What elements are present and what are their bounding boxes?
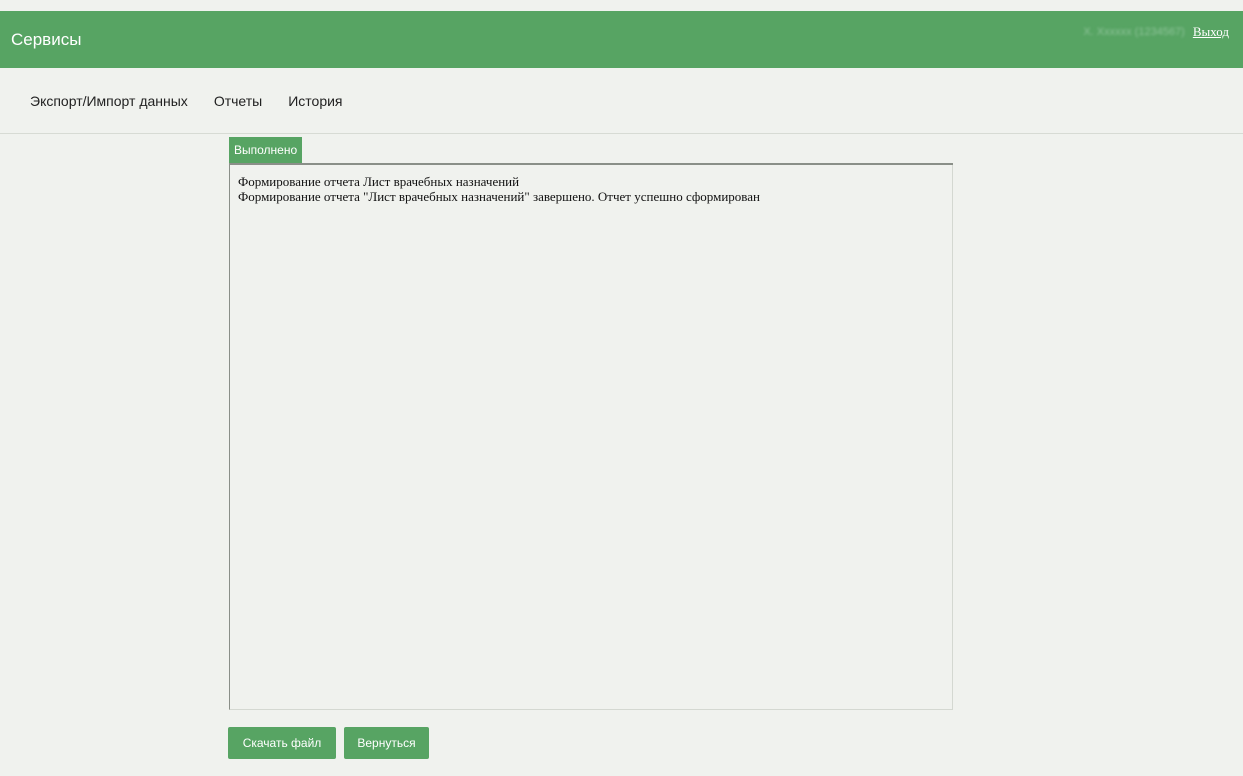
logout-link[interactable]: Выход [1193, 24, 1229, 40]
page: Сервисы Х. Хххххх (1234567) Выход Экспор… [0, 0, 1243, 776]
log-output[interactable]: Формирование отчета Лист врачебных назна… [229, 165, 953, 710]
back-button[interactable]: Вернуться [344, 727, 429, 759]
log-line: Формирование отчета Лист врачебных назна… [238, 174, 520, 189]
main-nav: Экспорт/Импорт данных Отчеты История [0, 68, 1243, 134]
log-line: Формирование отчета "Лист врачебных назн… [238, 189, 760, 204]
app-title: Сервисы [11, 29, 82, 49]
status-tab: Выполнено [229, 137, 303, 163]
app-header: Сервисы Х. Хххххх (1234567) Выход [0, 11, 1243, 68]
nav-item-reports[interactable]: Отчеты [214, 93, 262, 109]
nav-item-history[interactable]: История [288, 93, 342, 109]
download-file-button[interactable]: Скачать файл [228, 727, 336, 759]
nav-item-export-import[interactable]: Экспорт/Импорт данных [30, 93, 188, 109]
user-name: Х. Хххххх (1234567) [1083, 25, 1185, 38]
